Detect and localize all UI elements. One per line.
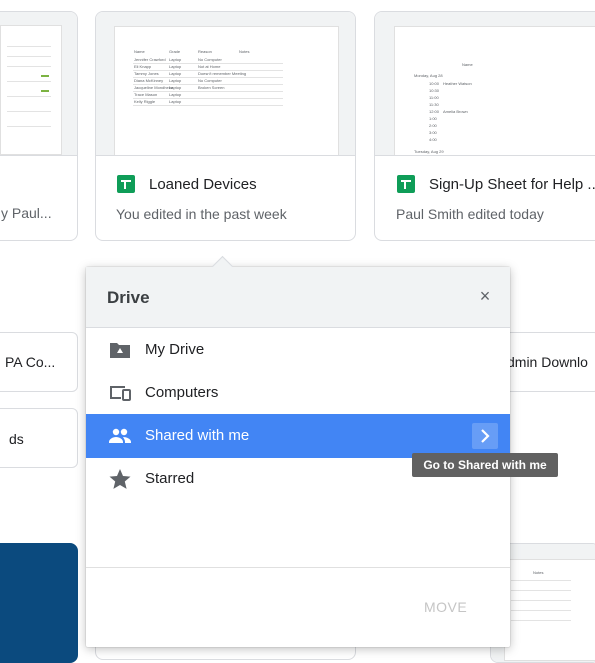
thumbnail-name: Amelia Brown <box>443 109 468 114</box>
thumbnail-time: 12:00 <box>429 109 440 114</box>
dialog-title: Drive <box>107 288 150 307</box>
sheet-preview <box>1 26 61 154</box>
picker-item-label: Shared with me <box>145 427 250 444</box>
thumbnail-cell: No Computer <box>198 57 222 62</box>
picker-item-label: Computers <box>145 384 219 401</box>
google-sheets-icon <box>117 175 135 193</box>
file-card-partial-bottom-left[interactable] <box>0 543 78 663</box>
thumbnail-time: 11:30 <box>429 102 439 107</box>
thumbnail-time: 3:00 <box>429 130 437 135</box>
col-header: Notes <box>239 49 250 54</box>
tooltip: Go to Shared with me <box>412 453 558 477</box>
file-chip-label: dmin Downlo <box>507 354 588 370</box>
file-card-subtitle: Paul Smith edited today <box>396 206 544 222</box>
dialog-header: Drive × <box>86 267 510 328</box>
thumbnail-gridline <box>133 105 283 106</box>
thumbnail-cell: Laptop <box>169 78 182 83</box>
sheet-preview: Name Monday, Aug 28 10:00 Heather Watson 1… <box>395 27 595 155</box>
thumbnail-time: 2:00 <box>429 123 437 128</box>
picker-item-label: My Drive <box>145 341 205 358</box>
thumbnail-cell: Not at Home <box>198 64 221 69</box>
thumbnail-time: 1:00 <box>429 116 437 121</box>
file-thumbnail: Name Monday, Aug 28 10:00 Heather Watson 1… <box>375 12 595 156</box>
thumbnail-cell: Diana McKinney <box>134 78 164 83</box>
star-icon <box>108 467 132 491</box>
google-sheets-icon <box>397 175 415 193</box>
my-drive-icon <box>108 338 132 362</box>
picker-item-my-drive[interactable]: My Drive <box>86 328 510 372</box>
file-card-subtitle: y Paul... <box>1 205 52 221</box>
thumbnail-cell: Laptop <box>169 57 182 62</box>
file-thumbnail: Name Grade Reason Notes Jennifer Crawfor… <box>96 12 355 156</box>
computers-icon <box>108 381 132 405</box>
thumbnail-cell: Tammy Jones <box>134 71 159 76</box>
shared-with-me-icon <box>108 424 132 448</box>
sheet-preview: Name Grade Reason Notes Jennifer Crawfor… <box>115 27 338 155</box>
thumbnail-cell: Doesn't remember Meeting <box>198 71 247 76</box>
thumbnail-cell: Broken Screen <box>198 85 225 90</box>
thumbnail-cell: Kelly Riggle <box>134 99 156 104</box>
col-header: Grade <box>169 49 181 54</box>
thumbnail-gridline <box>133 98 283 99</box>
thumbnail-time: 11:00 <box>429 95 439 100</box>
file-chip-label: PA Co... <box>5 354 56 370</box>
file-card-partial-left[interactable]: y Paul... <box>0 11 78 241</box>
col-header: Name <box>134 49 145 54</box>
thumbnail-cell: Jennifer Crawford <box>134 57 166 62</box>
thumbnail-cell: Trace Mason <box>134 92 158 97</box>
day-label: Monday, Aug 28 <box>414 73 443 78</box>
file-card-subtitle: You edited in the past week <box>116 206 287 222</box>
picker-item-shared-with-me[interactable]: Shared with me <box>86 414 510 458</box>
thumbnail-cell: Laptop <box>169 92 182 97</box>
thumbnail-cell: Laptop <box>169 71 182 76</box>
thumbnail-cell: Eli Knapp <box>134 64 152 69</box>
col-header: Reason <box>198 49 212 54</box>
thumbnail-cell: Jacqueline Mondheim <box>134 85 173 90</box>
thumbnail-cell: Laptop <box>169 99 182 104</box>
thumbnail-time: 10:00 <box>429 81 440 86</box>
file-chip-partial[interactable]: ds <box>0 408 78 468</box>
file-card-signup-sheet[interactable]: Name Monday, Aug 28 10:00 Heather Watson 1… <box>374 11 595 241</box>
file-card-title: Loaned Devices <box>149 176 257 193</box>
file-card-loaned-devices[interactable]: Name Grade Reason Notes Jennifer Crawfor… <box>95 11 356 241</box>
col-header: Notes <box>533 570 544 575</box>
file-thumbnail <box>0 12 77 156</box>
close-button[interactable]: × <box>474 285 496 307</box>
dialog-divider <box>86 567 510 568</box>
chevron-right-icon[interactable] <box>472 423 498 449</box>
thumbnail-cell: Laptop <box>169 64 182 69</box>
thumbnail-cell: Laptop <box>169 85 182 90</box>
thumbnail-cell: No Computer <box>198 78 222 83</box>
col-header: Name <box>462 62 473 67</box>
move-button[interactable]: MOVE <box>424 599 467 615</box>
thumbnail-name: Heather Watson <box>443 81 472 86</box>
thumbnail-time: 4:00 <box>429 137 437 142</box>
thumbnail-time: 10:30 <box>429 88 440 93</box>
file-chip-partial[interactable]: PA Co... <box>0 332 78 392</box>
file-card-title: Sign-Up Sheet for Help ... <box>429 176 595 193</box>
day-label: Tuesday, Aug 29 <box>414 149 444 154</box>
picker-item-label: Starred <box>145 470 195 487</box>
picker-item-computers[interactable]: Computers <box>86 371 510 415</box>
file-chip-label: ds <box>9 431 24 447</box>
